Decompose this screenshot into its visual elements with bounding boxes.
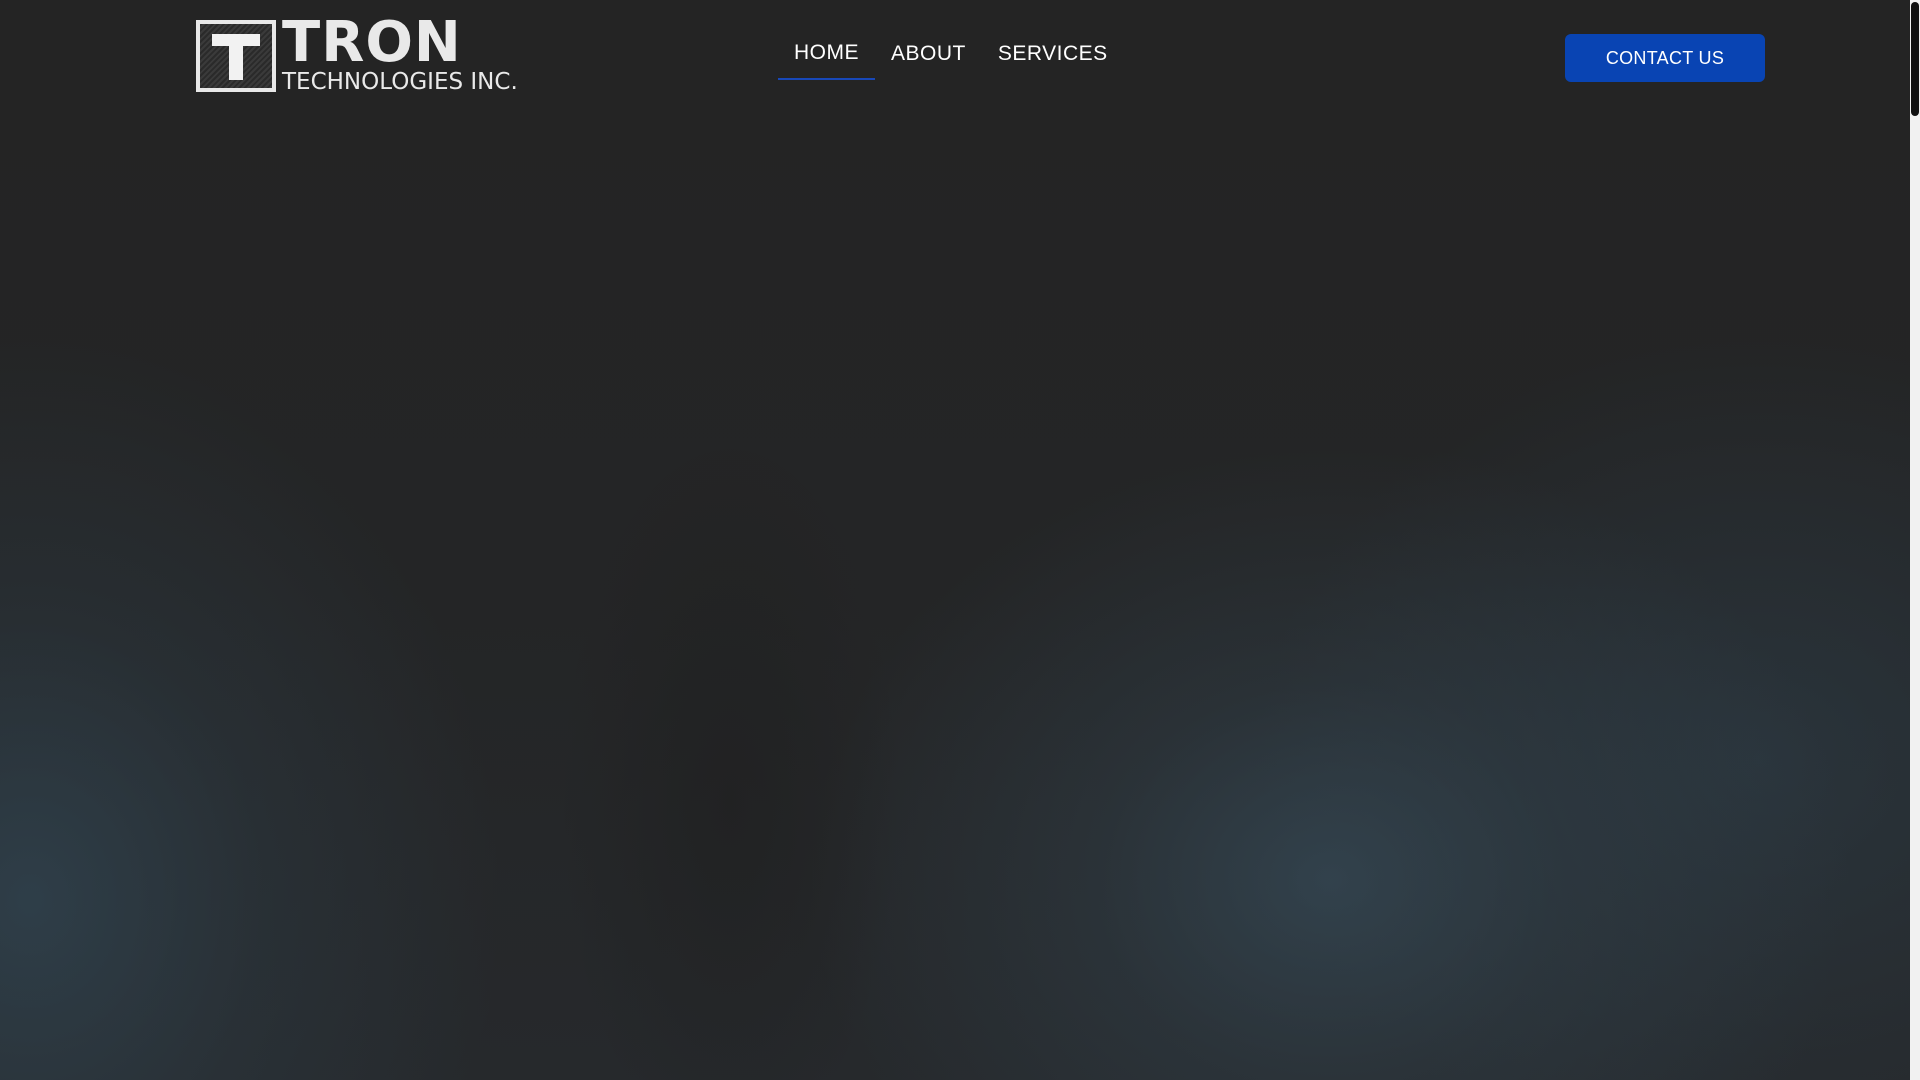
nav-item-home[interactable]: HOME	[778, 28, 875, 80]
scrollbar-thumb[interactable]	[1911, 2, 1919, 116]
logo-t-mark-icon	[196, 20, 276, 92]
hero-background	[0, 0, 1910, 1080]
nav-item-about[interactable]: ABOUT	[875, 28, 982, 80]
page: TRON TECHNOLOGIES INC. HOME ABOUT SERVIC…	[0, 0, 1920, 1080]
nav-item-services[interactable]: SERVICES	[982, 28, 1124, 80]
site-header: TRON TECHNOLOGIES INC. HOME ABOUT SERVIC…	[0, 0, 1910, 110]
logo-subtitle: TECHNOLOGIES INC.	[282, 69, 518, 95]
contact-us-button[interactable]: CONTACT US	[1565, 34, 1765, 82]
logo-name: TRON	[282, 10, 462, 75]
site-logo[interactable]: TRON TECHNOLOGIES INC.	[196, 10, 530, 95]
page-scrollbar[interactable]	[1910, 0, 1920, 1080]
logo-wordmark: TRON TECHNOLOGIES INC.	[282, 10, 518, 95]
main-nav: HOME ABOUT SERVICES	[778, 28, 1124, 80]
hero-shadow	[560, 380, 900, 1080]
